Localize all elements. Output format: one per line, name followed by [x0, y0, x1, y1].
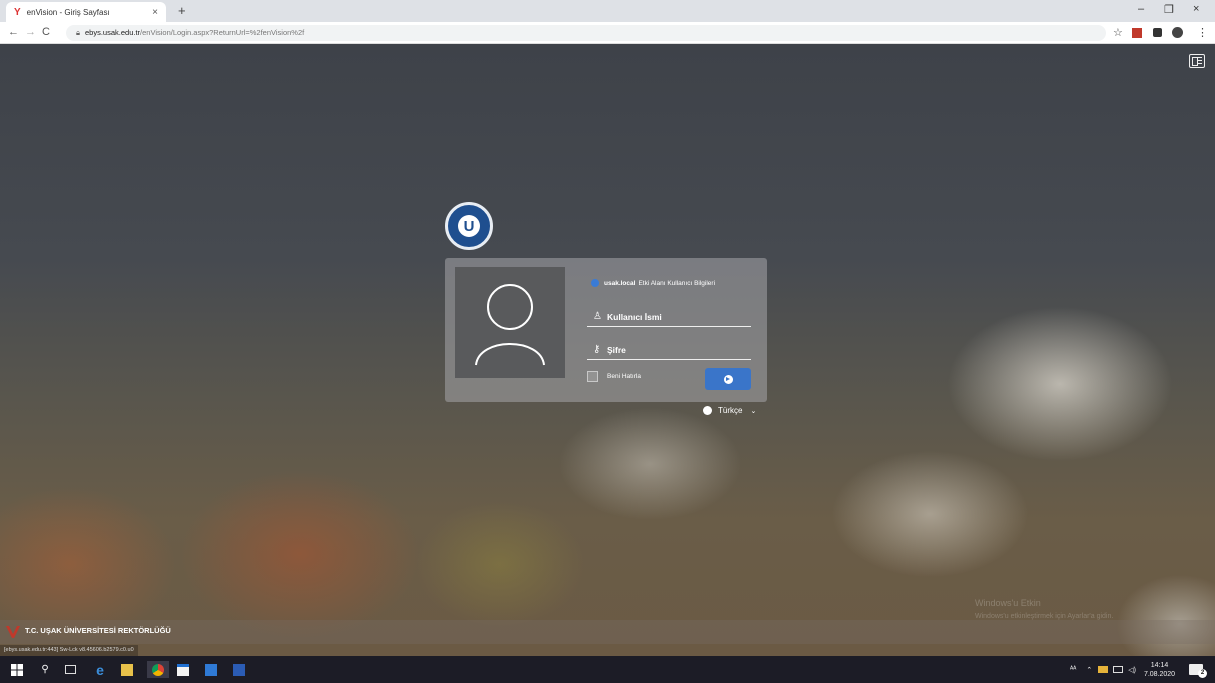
mail-icon[interactable]: [204, 661, 218, 678]
application-list-icon[interactable]: [1189, 54, 1205, 68]
person-icon: [591, 279, 599, 287]
domain-info: usak.local Etki Alanı Kullanıcı Bilgiler…: [591, 279, 715, 287]
password-field: ⚷: [587, 340, 751, 360]
start-button[interactable]: [10, 661, 24, 678]
login-button[interactable]: [705, 368, 751, 390]
window-close-button[interactable]: ×: [1193, 3, 1199, 15]
clock-time: 14:14: [1150, 661, 1169, 669]
globe-icon: [703, 406, 712, 415]
url-path: /enVision/Login.aspx?ReturnUrl=%2fenVisi…: [140, 28, 305, 37]
username-input[interactable]: [607, 311, 737, 322]
language-selector[interactable]: Türkçe ⌄: [703, 406, 756, 415]
file-explorer-icon[interactable]: [120, 661, 134, 678]
tab-title: enVision - Giriş Sayfası: [26, 7, 110, 17]
domain-label: Etki Alanı Kullanıcı Bilgileri: [638, 279, 716, 287]
activation-title: Windows'u Etkin: [975, 598, 1041, 608]
windows-taskbar: ⚲ e ᴬᴬ ⌃ ◁) 14:14 7.08.2020 2: [0, 656, 1215, 683]
url-host: ebys.usak.edu.tr: [85, 28, 141, 37]
forward-icon[interactable]: →: [25, 26, 36, 38]
user-silhouette-icon: [475, 284, 545, 366]
onedrive-icon[interactable]: [1098, 666, 1109, 673]
browser-tab-strip: Y enVision - Giriş Sayfası × + – ❐ ×: [0, 0, 1215, 22]
status-url: [ebys.usak.edu.tr:443] Sw-Lck v8.45606.b…: [0, 645, 138, 656]
browser-tab[interactable]: Y enVision - Giriş Sayfası ×: [6, 2, 166, 22]
address-bar[interactable]: 🔒︎ ebys.usak.edu.tr/enVision/Login.aspx?R…: [66, 25, 1106, 41]
notification-count: 2: [1198, 669, 1208, 678]
password-input[interactable]: [607, 344, 737, 355]
back-icon[interactable]: ←: [8, 26, 19, 38]
username-field: ♙: [587, 307, 751, 327]
restore-button[interactable]: ❐: [1164, 3, 1174, 16]
new-tab-button[interactable]: +: [178, 3, 186, 18]
institution-name: T.C. UŞAK ÜNİVERSİTESİ REKTÖRLÜĞÜ: [25, 626, 171, 635]
remember-me-checkbox[interactable]: [587, 371, 598, 382]
clock-date: 7.08.2020: [1143, 670, 1176, 678]
minimize-button[interactable]: –: [1138, 3, 1144, 15]
tab-close-icon[interactable]: ×: [152, 7, 158, 18]
domain-name: usak.local: [604, 279, 636, 287]
bookmark-star-icon[interactable]: ☆: [1113, 26, 1123, 39]
clock[interactable]: 14:14 7.08.2020: [1144, 661, 1175, 679]
chevron-down-icon: ⌄: [750, 407, 757, 415]
action-center-icon[interactable]: 2: [1189, 664, 1208, 678]
browser-menu-icon[interactable]: ⋮: [1197, 26, 1208, 39]
reload-icon[interactable]: C: [42, 26, 50, 38]
extensions-puzzle-icon[interactable]: [1153, 28, 1162, 37]
show-hidden-icons-chevron[interactable]: ⌃: [1086, 666, 1092, 674]
key-icon: ⚷: [593, 344, 601, 355]
login-page: U usak.local Etki Alanı Kullanıcı Bilgil…: [0, 44, 1215, 656]
arrow-right-circle-icon: [723, 374, 733, 384]
language-label: Türkçe: [718, 406, 743, 415]
university-logo: U: [445, 202, 493, 250]
system-tray: ᴬᴬ ⌃ ◁) 14:14 7.08.2020 2: [1070, 656, 1208, 683]
university-logo-mark: U: [458, 215, 480, 237]
word-icon[interactable]: [232, 661, 246, 678]
envision-favicon-icon: Y: [14, 6, 21, 18]
search-icon[interactable]: ⚲: [38, 661, 52, 678]
store-icon[interactable]: [176, 661, 190, 678]
lock-icon: 🔒︎: [76, 28, 80, 37]
task-view-icon[interactable]: [63, 661, 77, 678]
remember-me[interactable]: Beni Hatırla: [587, 371, 641, 382]
avatar: [455, 267, 565, 378]
volume-icon[interactable]: ◁): [1128, 666, 1136, 674]
institution-logo-icon: [6, 626, 20, 638]
input-language-icon[interactable]: ᴬᴬ: [1070, 666, 1076, 673]
page-footer: T.C. UŞAK ÜNİVERSİTESİ REKTÖRLÜĞÜ: [0, 620, 1215, 644]
edge-icon[interactable]: e: [93, 661, 107, 678]
browser-toolbar: ← → C 🔒︎ ebys.usak.edu.tr/enVision/Login.…: [0, 22, 1215, 44]
extension-icon[interactable]: [1132, 28, 1142, 38]
remember-me-label: Beni Hatırla: [607, 373, 641, 380]
windows-logo-icon: [11, 663, 23, 676]
chrome-icon[interactable]: [147, 661, 169, 678]
user-icon: ♙: [593, 311, 602, 322]
profile-icon[interactable]: [1172, 27, 1183, 38]
login-card: usak.local Etki Alanı Kullanıcı Bilgiler…: [445, 258, 767, 402]
network-icon[interactable]: [1113, 666, 1124, 673]
